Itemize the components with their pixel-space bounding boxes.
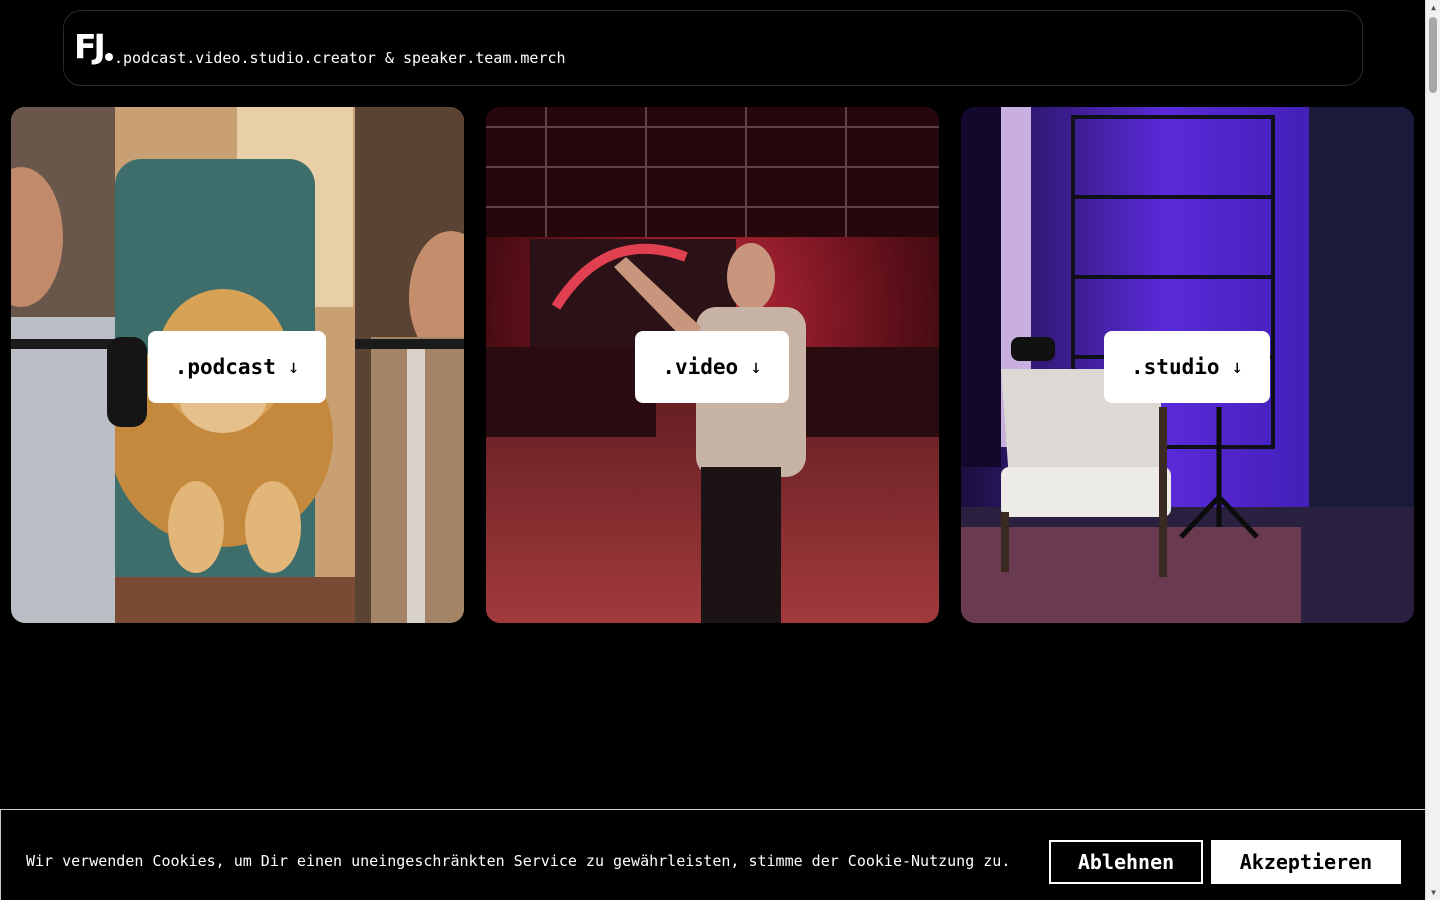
- decline-cookies-button[interactable]: Ablehnen: [1049, 840, 1203, 884]
- site-header: FJ .podcast .video .studio .creator & sp…: [63, 10, 1363, 86]
- scroll-up-arrow-icon[interactable]: ▲: [1426, 0, 1440, 15]
- vertical-scrollbar[interactable]: ▲ ▼: [1425, 0, 1440, 900]
- arrow-down-icon: ↓: [750, 356, 762, 378]
- accept-cookies-button[interactable]: Akzeptieren: [1211, 840, 1401, 884]
- nav-item-video[interactable]: .video: [186, 49, 240, 67]
- logo-text: FJ: [74, 27, 106, 66]
- video-button[interactable]: .video ↓: [635, 331, 789, 403]
- nav-item-podcast[interactable]: .podcast: [114, 49, 186, 67]
- video-card[interactable]: .video ↓: [486, 107, 939, 623]
- scroll-down-arrow-icon[interactable]: ▼: [1426, 885, 1440, 900]
- main-nav: .podcast .video .studio .creator & speak…: [114, 49, 566, 67]
- podcast-card[interactable]: .podcast ↓: [11, 107, 464, 623]
- logo[interactable]: FJ: [74, 30, 113, 70]
- video-button-label: .video: [662, 355, 739, 379]
- scrollbar-thumb[interactable]: [1429, 17, 1437, 93]
- nav-item-merch[interactable]: .merch: [511, 49, 565, 67]
- nav-item-team[interactable]: .team: [466, 49, 511, 67]
- podcast-button-label: .podcast: [174, 355, 276, 379]
- studio-button-label: .studio: [1131, 355, 1220, 379]
- page: FJ .podcast .video .studio .creator & sp…: [0, 0, 1440, 900]
- studio-button[interactable]: .studio ↓: [1104, 331, 1270, 403]
- cookie-banner: Wir verwenden Cookies, um Dir einen unei…: [0, 809, 1425, 900]
- arrow-down-icon: ↓: [287, 356, 300, 378]
- cookie-banner-text: Wir verwenden Cookies, um Dir einen unei…: [26, 852, 1011, 870]
- nav-item-creator-speaker[interactable]: .creator & speaker: [304, 49, 467, 67]
- nav-item-studio[interactable]: .studio: [240, 49, 303, 67]
- podcast-button[interactable]: .podcast ↓: [148, 331, 326, 403]
- arrow-down-icon: ↓: [1231, 356, 1243, 378]
- logo-dot-icon: [104, 53, 113, 61]
- studio-card[interactable]: .studio ↓: [961, 107, 1414, 623]
